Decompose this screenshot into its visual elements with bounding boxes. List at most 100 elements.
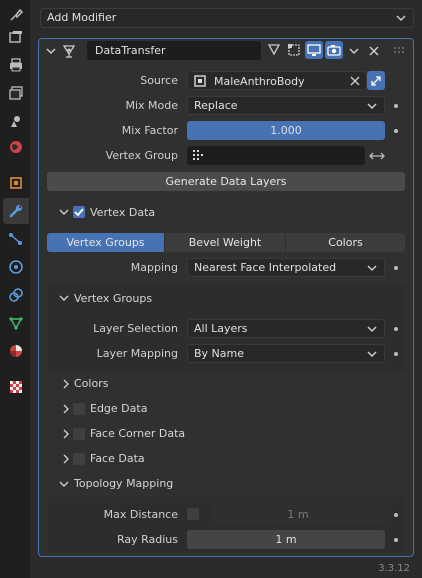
- keyframe-dot[interactable]: [394, 104, 398, 108]
- close-icon[interactable]: [368, 45, 380, 57]
- keyframe-dot[interactable]: [394, 352, 398, 356]
- expand-chevron-icon[interactable]: [61, 429, 71, 439]
- layer-selection-dropdown[interactable]: All Layers: [187, 319, 385, 338]
- monitor-icon: [307, 44, 321, 56]
- layer-mapping-value: By Name: [194, 347, 245, 360]
- mapping-label: Mapping: [130, 261, 178, 274]
- keyframe-dot[interactable]: [394, 538, 398, 542]
- collapse-chevron-icon[interactable]: [59, 293, 69, 303]
- mapping-value: Nearest Face Interpolated: [194, 261, 337, 274]
- collapse-chevron-icon[interactable]: [45, 45, 57, 57]
- tab-world[interactable]: [3, 134, 29, 160]
- mix-factor-value: 1.000: [270, 124, 302, 137]
- chevron-down-icon: [367, 265, 377, 272]
- edit-mode-icon: [288, 44, 300, 56]
- modifier-panel: DataTransfer Source MaleAnthroBody Mix M…: [38, 38, 414, 557]
- layer-selection-value: All Layers: [194, 322, 248, 335]
- chevron-down-icon[interactable]: [348, 45, 360, 57]
- collapse-chevron-icon[interactable]: [59, 207, 69, 217]
- mix-mode-dropdown[interactable]: Replace: [187, 96, 385, 115]
- expand-chevron-icon[interactable]: [61, 454, 71, 464]
- printer-icon: [10, 58, 22, 72]
- tab-vertex-groups[interactable]: Vertex Groups: [47, 233, 164, 252]
- tab-physics[interactable]: [3, 254, 29, 280]
- on-cage-toggle[interactable]: [285, 41, 303, 59]
- tab-data[interactable]: [3, 310, 29, 336]
- layer-mapping-label: Layer Mapping: [96, 347, 178, 360]
- face-data-title[interactable]: Face Data: [90, 449, 145, 468]
- world-icon: [10, 141, 22, 153]
- tab-view-layer[interactable]: [3, 80, 29, 106]
- vertex-triangle-icon: [267, 44, 281, 56]
- layer-mapping-dropdown[interactable]: By Name: [187, 344, 385, 363]
- topology-mapping-title: Topology Mapping: [74, 477, 174, 490]
- tab-texture[interactable]: [3, 374, 29, 400]
- properties-tab-strip: [0, 0, 30, 578]
- tab-constraints[interactable]: [3, 282, 29, 308]
- render-toggle[interactable]: [325, 41, 343, 59]
- modifier-name-field[interactable]: DataTransfer: [87, 41, 261, 60]
- mapping-dropdown[interactable]: Nearest Face Interpolated: [187, 258, 385, 277]
- collapse-chevron-icon[interactable]: [59, 479, 69, 489]
- add-modifier-dropdown[interactable]: Add Modifier: [40, 8, 414, 28]
- tool-icon: [10, 8, 24, 21]
- vertex-group-label: Vertex Group: [105, 149, 178, 162]
- edit-mode-toggle[interactable]: [265, 41, 283, 59]
- mix-factor-slider[interactable]: 1.000: [187, 121, 385, 140]
- drag-handle-icon[interactable]: [393, 46, 407, 54]
- colors-section-title[interactable]: Colors: [74, 374, 108, 393]
- ray-radius-field[interactable]: 1 m: [187, 530, 385, 549]
- source-object-field[interactable]: MaleAnthroBody: [187, 71, 367, 90]
- ray-radius-label: Ray Radius: [116, 533, 178, 546]
- keyframe-dot[interactable]: [394, 129, 398, 133]
- physics-icon: [9, 260, 23, 274]
- vertex-group-field[interactable]: [187, 146, 365, 165]
- chevron-down-icon: [396, 15, 406, 22]
- tab-colors[interactable]: Colors: [286, 233, 405, 252]
- version-label: 3.3.12: [378, 563, 410, 574]
- source-label: Source: [140, 74, 178, 87]
- image-stack-icon: [9, 86, 23, 100]
- expand-chevron-icon[interactable]: [61, 379, 71, 389]
- mix-factor-label: Mix Factor: [121, 124, 178, 137]
- vertex-group-icon: [193, 150, 203, 160]
- face-data-checkbox[interactable]: [73, 453, 85, 465]
- tab-scene[interactable]: [3, 108, 29, 134]
- mix-mode-label: Mix Mode: [125, 99, 178, 112]
- render-icon: [9, 31, 22, 43]
- mesh-data-icon: [9, 317, 23, 330]
- wrench-icon: [9, 205, 22, 218]
- object-transform-toggle[interactable]: [367, 71, 385, 90]
- vertex-data-title: Vertex Data: [90, 206, 156, 219]
- source-object-name: MaleAnthroBody: [214, 75, 305, 88]
- edge-data-checkbox[interactable]: [73, 403, 85, 415]
- tab-render[interactable]: [3, 24, 29, 50]
- tab-output[interactable]: [3, 52, 29, 78]
- tab-particles[interactable]: [3, 226, 29, 252]
- transform-arrows-icon: [371, 75, 381, 86]
- max-distance-value: 1 m: [287, 508, 309, 521]
- tab-material[interactable]: [3, 338, 29, 364]
- vertex-data-checkbox[interactable]: [73, 206, 85, 218]
- edge-data-title[interactable]: Edge Data: [90, 399, 147, 418]
- realtime-toggle[interactable]: [305, 41, 323, 59]
- material-icon: [10, 345, 22, 357]
- tab-object[interactable]: [3, 170, 29, 196]
- keyframe-dot[interactable]: [394, 327, 398, 331]
- tab-modifiers[interactable]: [3, 198, 29, 224]
- face-corner-data-title[interactable]: Face Corner Data: [90, 424, 185, 443]
- face-corner-data-checkbox[interactable]: [73, 428, 85, 440]
- generate-data-layers-button[interactable]: Generate Data Layers: [47, 172, 405, 191]
- keyframe-dot[interactable]: [394, 513, 398, 517]
- clear-icon[interactable]: [350, 76, 360, 86]
- expand-chevron-icon[interactable]: [61, 404, 71, 414]
- mix-mode-value: Replace: [194, 99, 238, 112]
- tab-bevel-weight[interactable]: Bevel Weight: [165, 233, 285, 252]
- max-distance-field[interactable]: 1 m: [211, 505, 385, 524]
- chevron-down-icon: [367, 351, 377, 358]
- max-distance-checkbox[interactable]: [187, 508, 199, 520]
- data-transfer-icon: [62, 45, 76, 58]
- invert-arrows-icon[interactable]: [369, 150, 385, 162]
- keyframe-dot[interactable]: [394, 266, 398, 270]
- scene-icon: [11, 116, 20, 127]
